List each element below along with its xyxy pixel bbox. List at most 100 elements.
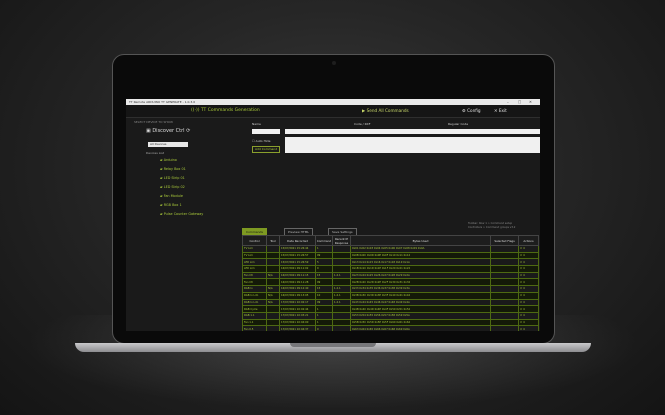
table-row[interactable]: Fan 0.5 17/07/2021 10:04:37 0 0x63 0x64 0x6… (242, 325, 539, 331)
exit-button[interactable]: ✕ Exit (494, 107, 507, 115)
table-cell: RGB lo Lim (242, 291, 267, 300)
column-header[interactable]: Command (315, 235, 333, 246)
table-row[interactable]: RGB lo Lim N/A 17/07/2021 10:02:17 99 1.2.1 0… (242, 298, 539, 307)
code-input[interactable] (285, 129, 540, 134)
table-cell (490, 285, 519, 293)
table-cell: 0x5B 0x5C 0x5D 0x5E 0x5F 0x60 0x61 0x62 (350, 318, 491, 327)
table-cell: 1.2.1 (332, 298, 351, 307)
sidebar-device-label: RGB Box 1 (163, 203, 182, 207)
table-cell: 0x53 0x54 0x55 0x56 0x57 0x58 0x59 0x5A (350, 311, 491, 320)
table-row[interactable]: RGB 1.1 17/07/2021 10:03:21 1 0x53 0x54 0x5… (242, 311, 539, 320)
table-row[interactable]: Fan 1.1 17/07/2021 10:04:00 1 0x5B 0x5C 0x5… (242, 318, 539, 327)
table-cell (266, 258, 280, 267)
opening-notch (290, 343, 376, 347)
column-header[interactable]: Bytes Used (350, 235, 491, 246)
row-actions[interactable]: ⟳ ✕ (518, 278, 539, 287)
sidebar-device-item[interactable]: ▰ LED Strip 02 (160, 185, 185, 189)
table-cell: 17/07/2021 10:03:21 (279, 311, 316, 320)
table-row[interactable]: RGB lo Lim N/A 16/07/2021 09:13:05 10 1.2.1 0… (242, 291, 539, 300)
table-cell (332, 258, 351, 267)
table-cell (332, 251, 351, 260)
table-cell: 0x1B 0x1C 0x1D 0x1E 0x1F 0x20 0x21 0x22 (350, 265, 491, 273)
brand-logo: ((·)) TT Commands Generation (191, 108, 260, 113)
table-cell: 1.2.1 (332, 271, 351, 280)
sidebar-device-item[interactable]: ▰ Pulse Counter Gateway (160, 212, 203, 216)
add-command-button[interactable]: Add Command (252, 146, 281, 153)
refresh-icon: ⟳ (186, 128, 191, 134)
sidebar-device-item[interactable]: ▰ LED Strip 01 (160, 176, 185, 180)
table-cell: 0x2B 0x2C 0x2D 0x2E 0x2F 0x30 0x31 0x32 (350, 278, 491, 287)
table-row[interactable]: Fan Ctl 16/07/2021 09:11:28 99 0x2B 0x2C 0x… (242, 278, 539, 287)
table-cell (332, 325, 351, 331)
table-row[interactable]: TV Lim 15/07/2021 15:26:57 99 0x0B 0x0C 0x0… (242, 251, 539, 260)
column-header[interactable]: Tool (266, 235, 280, 246)
regular-code-textarea[interactable] (285, 137, 540, 153)
row-actions[interactable]: ⟳ ✕ (518, 265, 539, 273)
sidebar-device-label: LED Strip 01 (163, 176, 185, 180)
table-cell (332, 311, 351, 320)
sidebar-device-item[interactable]: ▰ Relay Box 01 (160, 167, 186, 171)
table-row[interactable]: Fan Ctl N/A 16/07/2021 09:11:15 15 1.2.1 0x23… (242, 271, 539, 280)
row-actions[interactable]: ⟳ ✕ (518, 318, 539, 327)
table-cell (266, 278, 280, 287)
table-cell: 0x0B 0x0C 0x0D 0x0E 0x0F 0x10 0x11 0x12 (350, 251, 491, 260)
table-row[interactable]: RGB Cycle 17/07/2021 10:02:44 1 0x4B 0x4C 0… (242, 305, 539, 313)
app-header: ((·)) TT Commands Generation ▶ Send All … (126, 105, 540, 118)
table-cell: 1 (315, 318, 333, 327)
table-cell: 16/07/2021 09:11:15 (279, 271, 316, 280)
table-cell: 0x3B 0x3C 0x3D 0x3E 0x3F 0x40 0x41 0x42 (350, 291, 491, 300)
table-cell: 15 (315, 285, 333, 293)
column-header[interactable]: Control (242, 235, 267, 246)
table-row[interactable]: TV Lim 15/07/2021 15:26:44 1 0x01 0x02 0x03… (242, 245, 539, 253)
table-row[interactable]: RGB lo N/A 16/07/2021 09:12:40 15 1.2.1 0x33 … (242, 285, 539, 293)
table-cell: RGB lo Lim (242, 298, 267, 307)
send-all-button[interactable]: ▶ Send All Commands (362, 107, 409, 115)
controller-button[interactable]: ▣ Discover Ctrl ⟳ (146, 128, 190, 134)
table-cell: 99 (315, 298, 333, 307)
table-cell: 0 (315, 265, 333, 273)
row-actions[interactable]: ⟳ ✕ (518, 271, 539, 280)
table-cell: Fan 1.1 (242, 318, 267, 327)
name-input[interactable] (252, 129, 280, 134)
table-cell: 1.2.1 (332, 291, 351, 300)
sidebar-device-label: Fan Module (163, 194, 183, 198)
device-select[interactable]: All Devices (148, 142, 188, 147)
app-window: TT Remote ARDUINO TT GENERATE - 1.0.3.0 … (126, 99, 540, 331)
row-actions[interactable]: ⟳ ✕ (518, 325, 539, 331)
column-header[interactable]: Selected Flags (490, 235, 519, 246)
table-row[interactable]: LED Lim 16/07/2021 09:11:02 0 0x1B 0x1C 0x1… (242, 265, 539, 273)
row-actions[interactable]: ⟳ ✕ (518, 291, 539, 300)
table-cell (490, 311, 519, 320)
row-actions[interactable]: ⟳ ✕ (518, 285, 539, 293)
column-header[interactable]: Actions (518, 235, 539, 246)
close-icon: ✕ (494, 108, 498, 113)
controllers-note: Controllers > Command groups v3.2 (468, 226, 516, 229)
row-actions[interactable]: ⟳ ✕ (518, 258, 539, 267)
row-actions[interactable]: ⟳ ✕ (518, 305, 539, 313)
sidebar-device-item[interactable]: ▰ Fan Module (160, 194, 183, 198)
table-cell (332, 305, 351, 313)
table-cell (490, 291, 519, 300)
table-row[interactable]: LED Lim 15/07/2021 15:26:59 5 0x13 0x14 0x1… (242, 258, 539, 267)
row-actions[interactable]: ⟳ ✕ (518, 298, 539, 307)
sidebar-device-item[interactable]: ▰ RGB Box 1 (160, 203, 182, 207)
column-header[interactable]: Date Recorded (279, 235, 316, 246)
row-actions[interactable]: ⟳ ✕ (518, 245, 539, 253)
sidebar-device-label: LED Strip 02 (163, 185, 185, 189)
table-cell (332, 245, 351, 253)
table-cell: 15 (315, 271, 333, 280)
table-cell: 1 (315, 311, 333, 320)
sidebar-device-label: Pulse Counter Gateway (163, 212, 204, 216)
table-cell: 1 (315, 305, 333, 313)
column-header[interactable]: Recent IP Response (332, 235, 351, 246)
table-cell: 0 (315, 325, 333, 331)
table-cell: N/A (266, 285, 280, 293)
row-actions[interactable]: ⟳ ✕ (518, 251, 539, 260)
sidebar-device-item[interactable]: ▰ Arduino (160, 158, 177, 162)
row-actions[interactable]: ⟳ ✕ (518, 311, 539, 320)
auto-hide-checkbox[interactable]: ☐ Auto Hide (252, 139, 270, 143)
table-cell: 5 (315, 258, 333, 267)
config-button[interactable]: ⚙ Config (462, 107, 481, 115)
table-cell: 16/07/2021 09:12:40 (279, 285, 316, 293)
table-cell: RGB lo (242, 285, 267, 293)
